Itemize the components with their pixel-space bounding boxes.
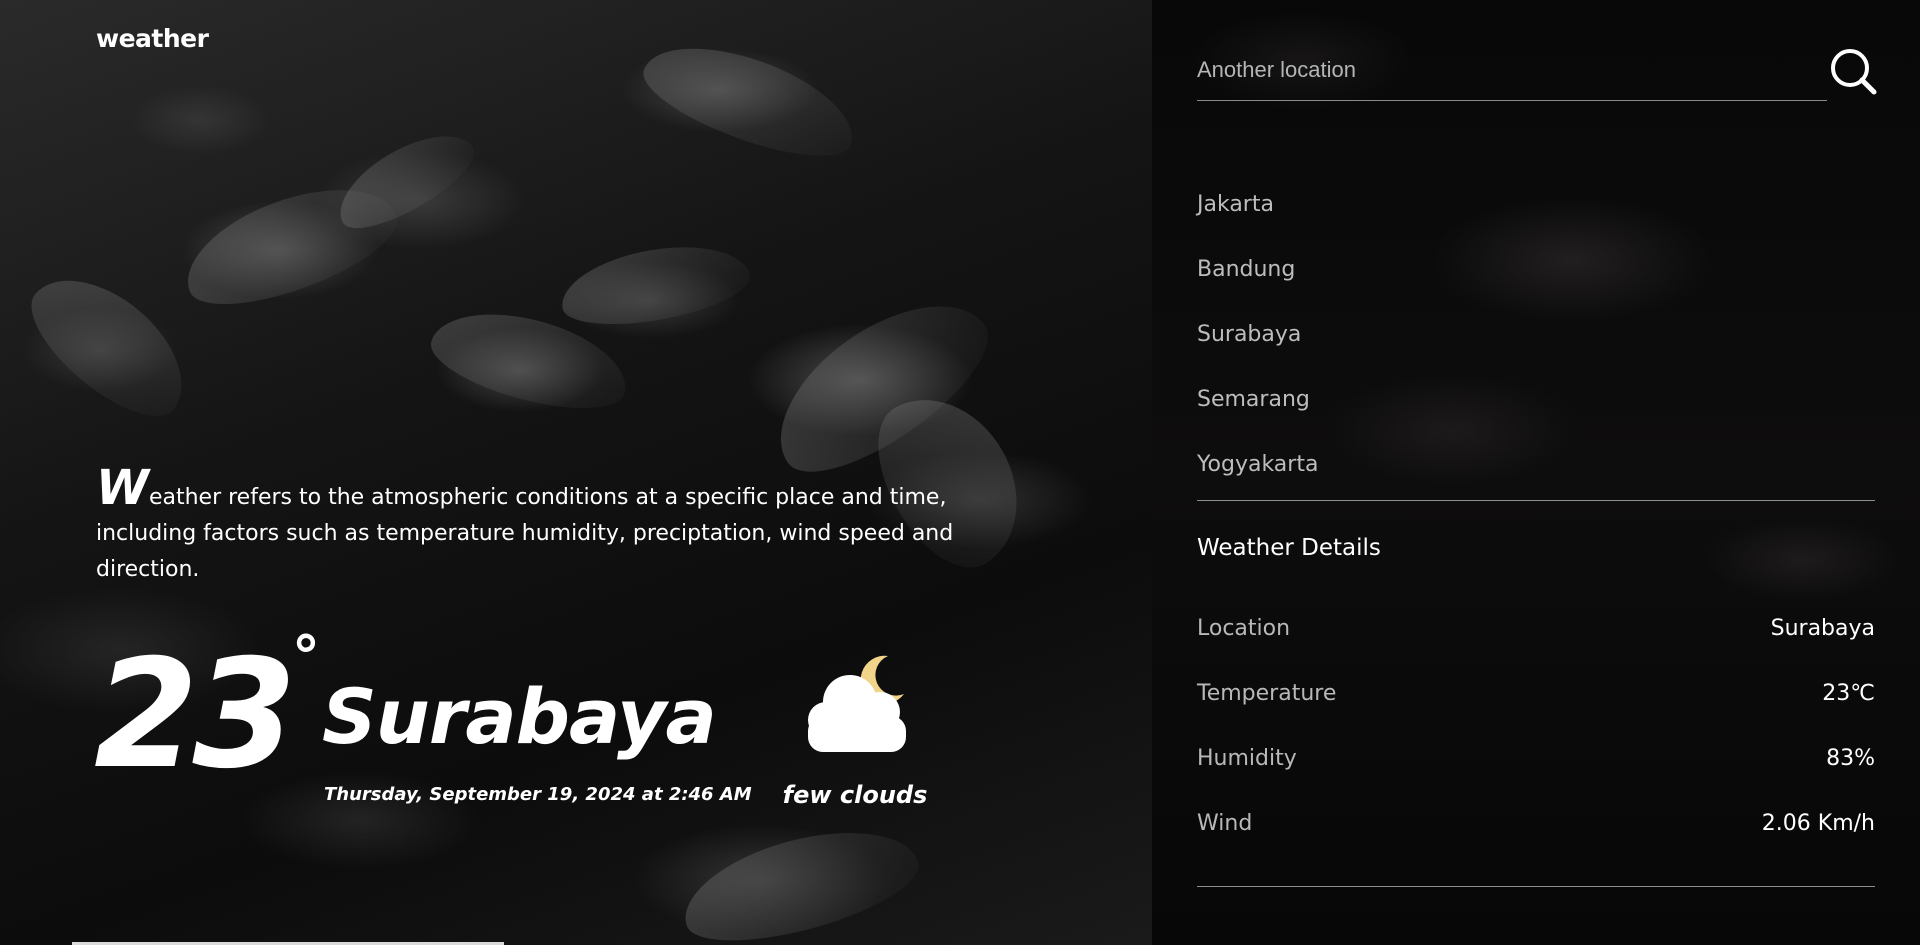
location-search-input[interactable] (1197, 50, 1827, 90)
intro-body: eather refers to the atmospheric conditi… (96, 485, 954, 582)
divider (1197, 886, 1875, 887)
sidebar-panel: Jakarta Bandung Surabaya Semarang Yogyak… (1152, 0, 1920, 945)
weather-intro-text: Weather refers to the atmospheric condit… (96, 464, 976, 588)
city-item-bandung[interactable]: Bandung (1197, 237, 1318, 302)
search-field (1197, 50, 1827, 101)
detail-value: 2.06 Km/h (1761, 811, 1875, 836)
weather-app: weather Weather refers to the atmospheri… (0, 0, 1920, 945)
detail-label: Location (1197, 616, 1291, 641)
current-datetime: Thursday, September 19, 2024 at 2:46 AM (324, 784, 752, 805)
detail-row-temperature: Temperature 23℃ (1197, 661, 1875, 726)
detail-row-location: Location Surabaya (1197, 596, 1875, 661)
moon-cloud-icon (792, 650, 922, 760)
detail-row-wind: Wind 2.06 Km/h (1197, 791, 1875, 856)
search-icon (1831, 49, 1877, 95)
weather-details-list: Location Surabaya Temperature 23℃ Humidi… (1197, 596, 1875, 856)
cloud-shape (808, 675, 906, 752)
weather-condition: few clouds (782, 781, 928, 809)
detail-row-humidity: Humidity 83% (1197, 726, 1875, 791)
current-city: Surabaya (322, 672, 717, 761)
detail-value: 83% (1826, 746, 1875, 771)
app-logo[interactable]: weather (96, 24, 209, 53)
divider (1197, 500, 1875, 501)
city-item-jakarta[interactable]: Jakarta (1197, 172, 1318, 237)
detail-label: Wind (1197, 811, 1253, 836)
city-item-semarang[interactable]: Semarang (1197, 367, 1318, 432)
detail-label: Temperature (1197, 681, 1337, 706)
city-item-surabaya[interactable]: Surabaya (1197, 302, 1318, 367)
weather-details-title: Weather Details (1197, 535, 1381, 561)
degree-symbol: ° (292, 625, 320, 690)
detail-value: 23℃ (1822, 681, 1875, 706)
detail-value: Surabaya (1770, 616, 1875, 641)
current-temperature: 23 (94, 628, 297, 802)
intro-dropcap: W (96, 460, 149, 516)
search-button[interactable] (1828, 46, 1880, 98)
city-list: Jakarta Bandung Surabaya Semarang Yogyak… (1197, 172, 1318, 497)
detail-label: Humidity (1197, 746, 1297, 771)
city-item-yogyakarta[interactable]: Yogyakarta (1197, 432, 1318, 497)
